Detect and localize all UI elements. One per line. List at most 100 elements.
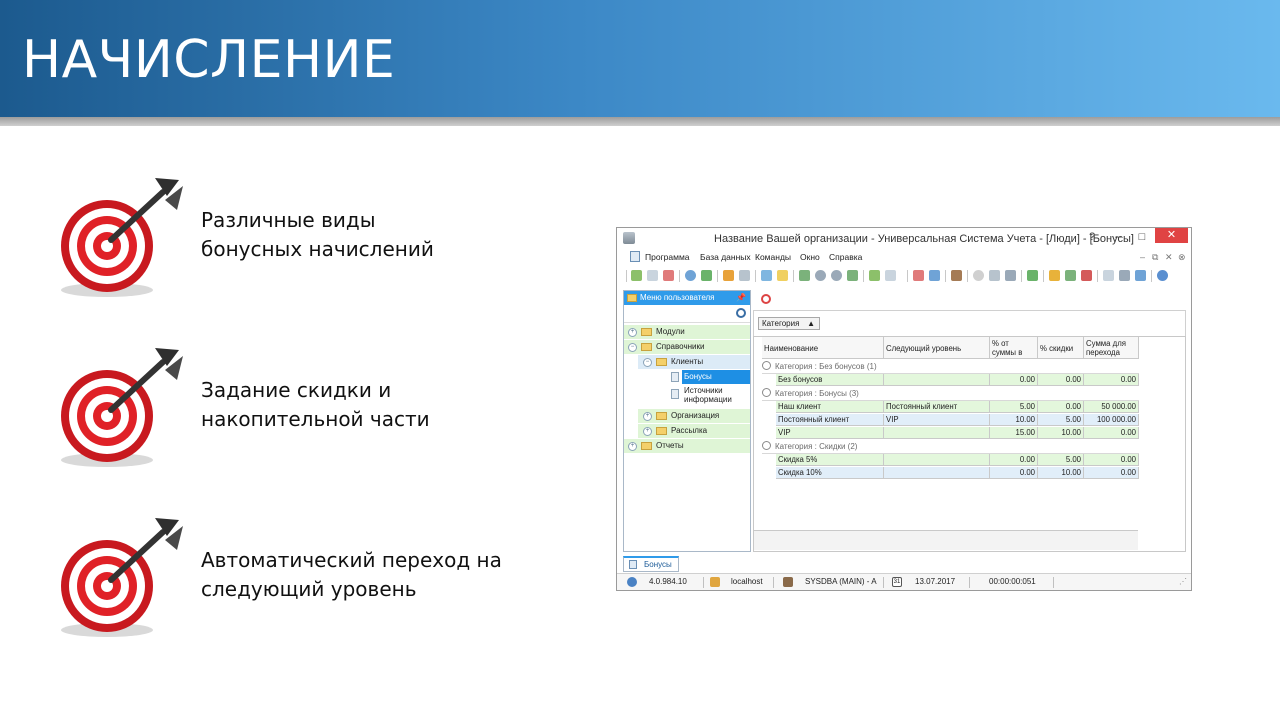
resize-grip-icon[interactable]: ⋰ (1179, 574, 1187, 590)
user-menu-panel: Меню пользователя 📌 + Модули − Справочни… (623, 290, 751, 552)
user-card-icon[interactable] (951, 270, 962, 281)
refresh-icon[interactable] (761, 294, 771, 304)
window-list-icon[interactable] (1103, 270, 1114, 281)
column-header-bonus-percent[interactable]: % от суммы в бонусы (990, 337, 1038, 359)
menu-commands[interactable]: Команды (755, 252, 791, 262)
bonuses-pane: Категория ▲ Наименование Следующий урове… (753, 290, 1186, 553)
pin-icon[interactable]: 📌 (736, 291, 746, 305)
collapse-icon[interactable] (762, 361, 771, 370)
cancel-icon[interactable] (973, 270, 984, 281)
cell-discount-percent: 5.00 (1038, 414, 1084, 426)
mdi-close-button[interactable]: ✕ (1165, 252, 1173, 263)
collapse-icon[interactable]: − (628, 343, 637, 352)
exit-icon[interactable] (1081, 270, 1092, 281)
copy-icon[interactable] (647, 270, 658, 281)
expand-icon[interactable] (761, 270, 772, 281)
collapse-icon[interactable] (762, 388, 771, 397)
bullet-line: Задание скидки и (201, 378, 392, 402)
group-chip-category[interactable]: Категория ▲ (758, 317, 820, 330)
excel-icon[interactable] (1027, 270, 1038, 281)
tab-label: Бонусы (644, 560, 672, 569)
group-row-no-bonus[interactable]: Категория : Без бонусов (1) (762, 360, 1139, 374)
info-icon (627, 577, 637, 587)
tree-item-bonuses[interactable]: Бонусы (682, 370, 750, 384)
clear-filter-icon[interactable] (739, 270, 750, 281)
group-label: Категория : Без бонусов (1) (775, 362, 877, 371)
info-icon[interactable] (1157, 270, 1168, 281)
expand-icon[interactable]: + (628, 442, 637, 451)
slide-header: НАЧИСЛЕНИЕ (0, 0, 1280, 117)
expand-icon[interactable]: + (628, 328, 637, 337)
users-icon[interactable] (1065, 270, 1076, 281)
group-row-bonuses[interactable]: Категория : Бонусы (3) (762, 387, 1139, 401)
app-window: Название Вашей организации - Универсальн… (616, 227, 1192, 591)
cell-bonus-percent: 0.00 (990, 454, 1038, 466)
settings-icon[interactable] (1005, 270, 1016, 281)
menu-search[interactable] (624, 305, 750, 323)
cell-name: Наш клиент (776, 401, 884, 413)
refresh-icon[interactable] (701, 270, 712, 281)
close-button[interactable]: ✕ (1155, 228, 1188, 243)
mdi-restore-button[interactable]: ⧉ (1152, 252, 1158, 263)
mdi-minimize-button[interactable]: – (1140, 252, 1145, 262)
move-up-icon[interactable] (815, 270, 826, 281)
cell-bonus-percent: 0.00 (990, 467, 1038, 479)
user-menu-title: Меню пользователя (640, 293, 715, 302)
status-separator (1053, 577, 1054, 588)
group-label: Категория : Бонусы (3) (775, 389, 859, 398)
calendar-icon[interactable] (929, 270, 940, 281)
toolbar (617, 266, 1191, 286)
expand-icon[interactable]: + (643, 427, 652, 436)
database-icon (710, 577, 720, 587)
column-header-next-level[interactable]: Следующий уровень (884, 337, 990, 359)
cell-bonus-percent: 0.00 (990, 374, 1038, 386)
tree-item-modules[interactable]: + Модули (624, 325, 750, 339)
menu-window[interactable]: Окно (800, 252, 820, 262)
add-record-icon[interactable] (631, 270, 642, 281)
search-icon[interactable] (685, 270, 696, 281)
forward-icon[interactable] (847, 270, 858, 281)
maximize-button[interactable]: □ (1131, 230, 1153, 244)
minimize-button[interactable]: – (1107, 230, 1129, 244)
target-dart-icon (61, 178, 183, 297)
help-button[interactable]: ? (1081, 230, 1103, 244)
toolbar-separator (755, 270, 756, 282)
status-user: SYSDBA (MAIN) - A (805, 577, 877, 586)
tree-item-info-sources[interactable]: Источники информации (668, 385, 750, 407)
collapse-icon[interactable] (762, 441, 771, 450)
column-header-name[interactable]: Наименование (762, 337, 884, 359)
filter-icon[interactable] (723, 270, 734, 281)
menu-program[interactable]: Программа (645, 252, 690, 262)
move-down-icon[interactable] (831, 270, 842, 281)
note-icon[interactable] (777, 270, 788, 281)
lock-icon[interactable] (1049, 270, 1060, 281)
report-icon[interactable] (913, 270, 924, 281)
import-icon[interactable] (885, 270, 896, 281)
export-icon[interactable] (869, 270, 880, 281)
column-header-transition-sum[interactable]: Сумма для перехода (1084, 337, 1139, 359)
search-icon[interactable] (736, 308, 746, 318)
menu-help[interactable]: Справка (829, 252, 862, 262)
expand-icon[interactable]: + (643, 412, 652, 421)
print-icon[interactable] (1119, 270, 1130, 281)
tree-item-mailing[interactable]: + Рассылка (638, 424, 750, 438)
tree-item-label: Справочники (656, 342, 705, 351)
group-by-panel: Категория ▲ (753, 310, 1186, 336)
target-dart-icon (61, 348, 183, 467)
cell-name: Скидка 10% (776, 467, 884, 479)
group-row-discounts[interactable]: Категория : Скидки (2) (762, 440, 1139, 454)
column-header-discount-percent[interactable]: % скидки (1038, 337, 1084, 359)
tree-item-reports[interactable]: + Отчеты (624, 439, 750, 453)
tree-item-clients[interactable]: − Клиенты (638, 355, 750, 369)
share-icon[interactable] (1135, 270, 1146, 281)
delete-icon[interactable] (663, 270, 674, 281)
cell-next-level: Постоянный клиент (884, 401, 990, 413)
tools-icon[interactable] (989, 270, 1000, 281)
collapse-icon[interactable]: − (643, 358, 652, 367)
tab-bonuses[interactable]: Бонусы (623, 556, 679, 572)
menu-database[interactable]: База данных (700, 252, 751, 262)
tree-item-organization[interactable]: + Организация (638, 409, 750, 423)
back-icon[interactable] (799, 270, 810, 281)
mdi-options-icon[interactable]: ⊗ (1178, 252, 1186, 263)
tree-item-references[interactable]: − Справочники (624, 340, 750, 354)
